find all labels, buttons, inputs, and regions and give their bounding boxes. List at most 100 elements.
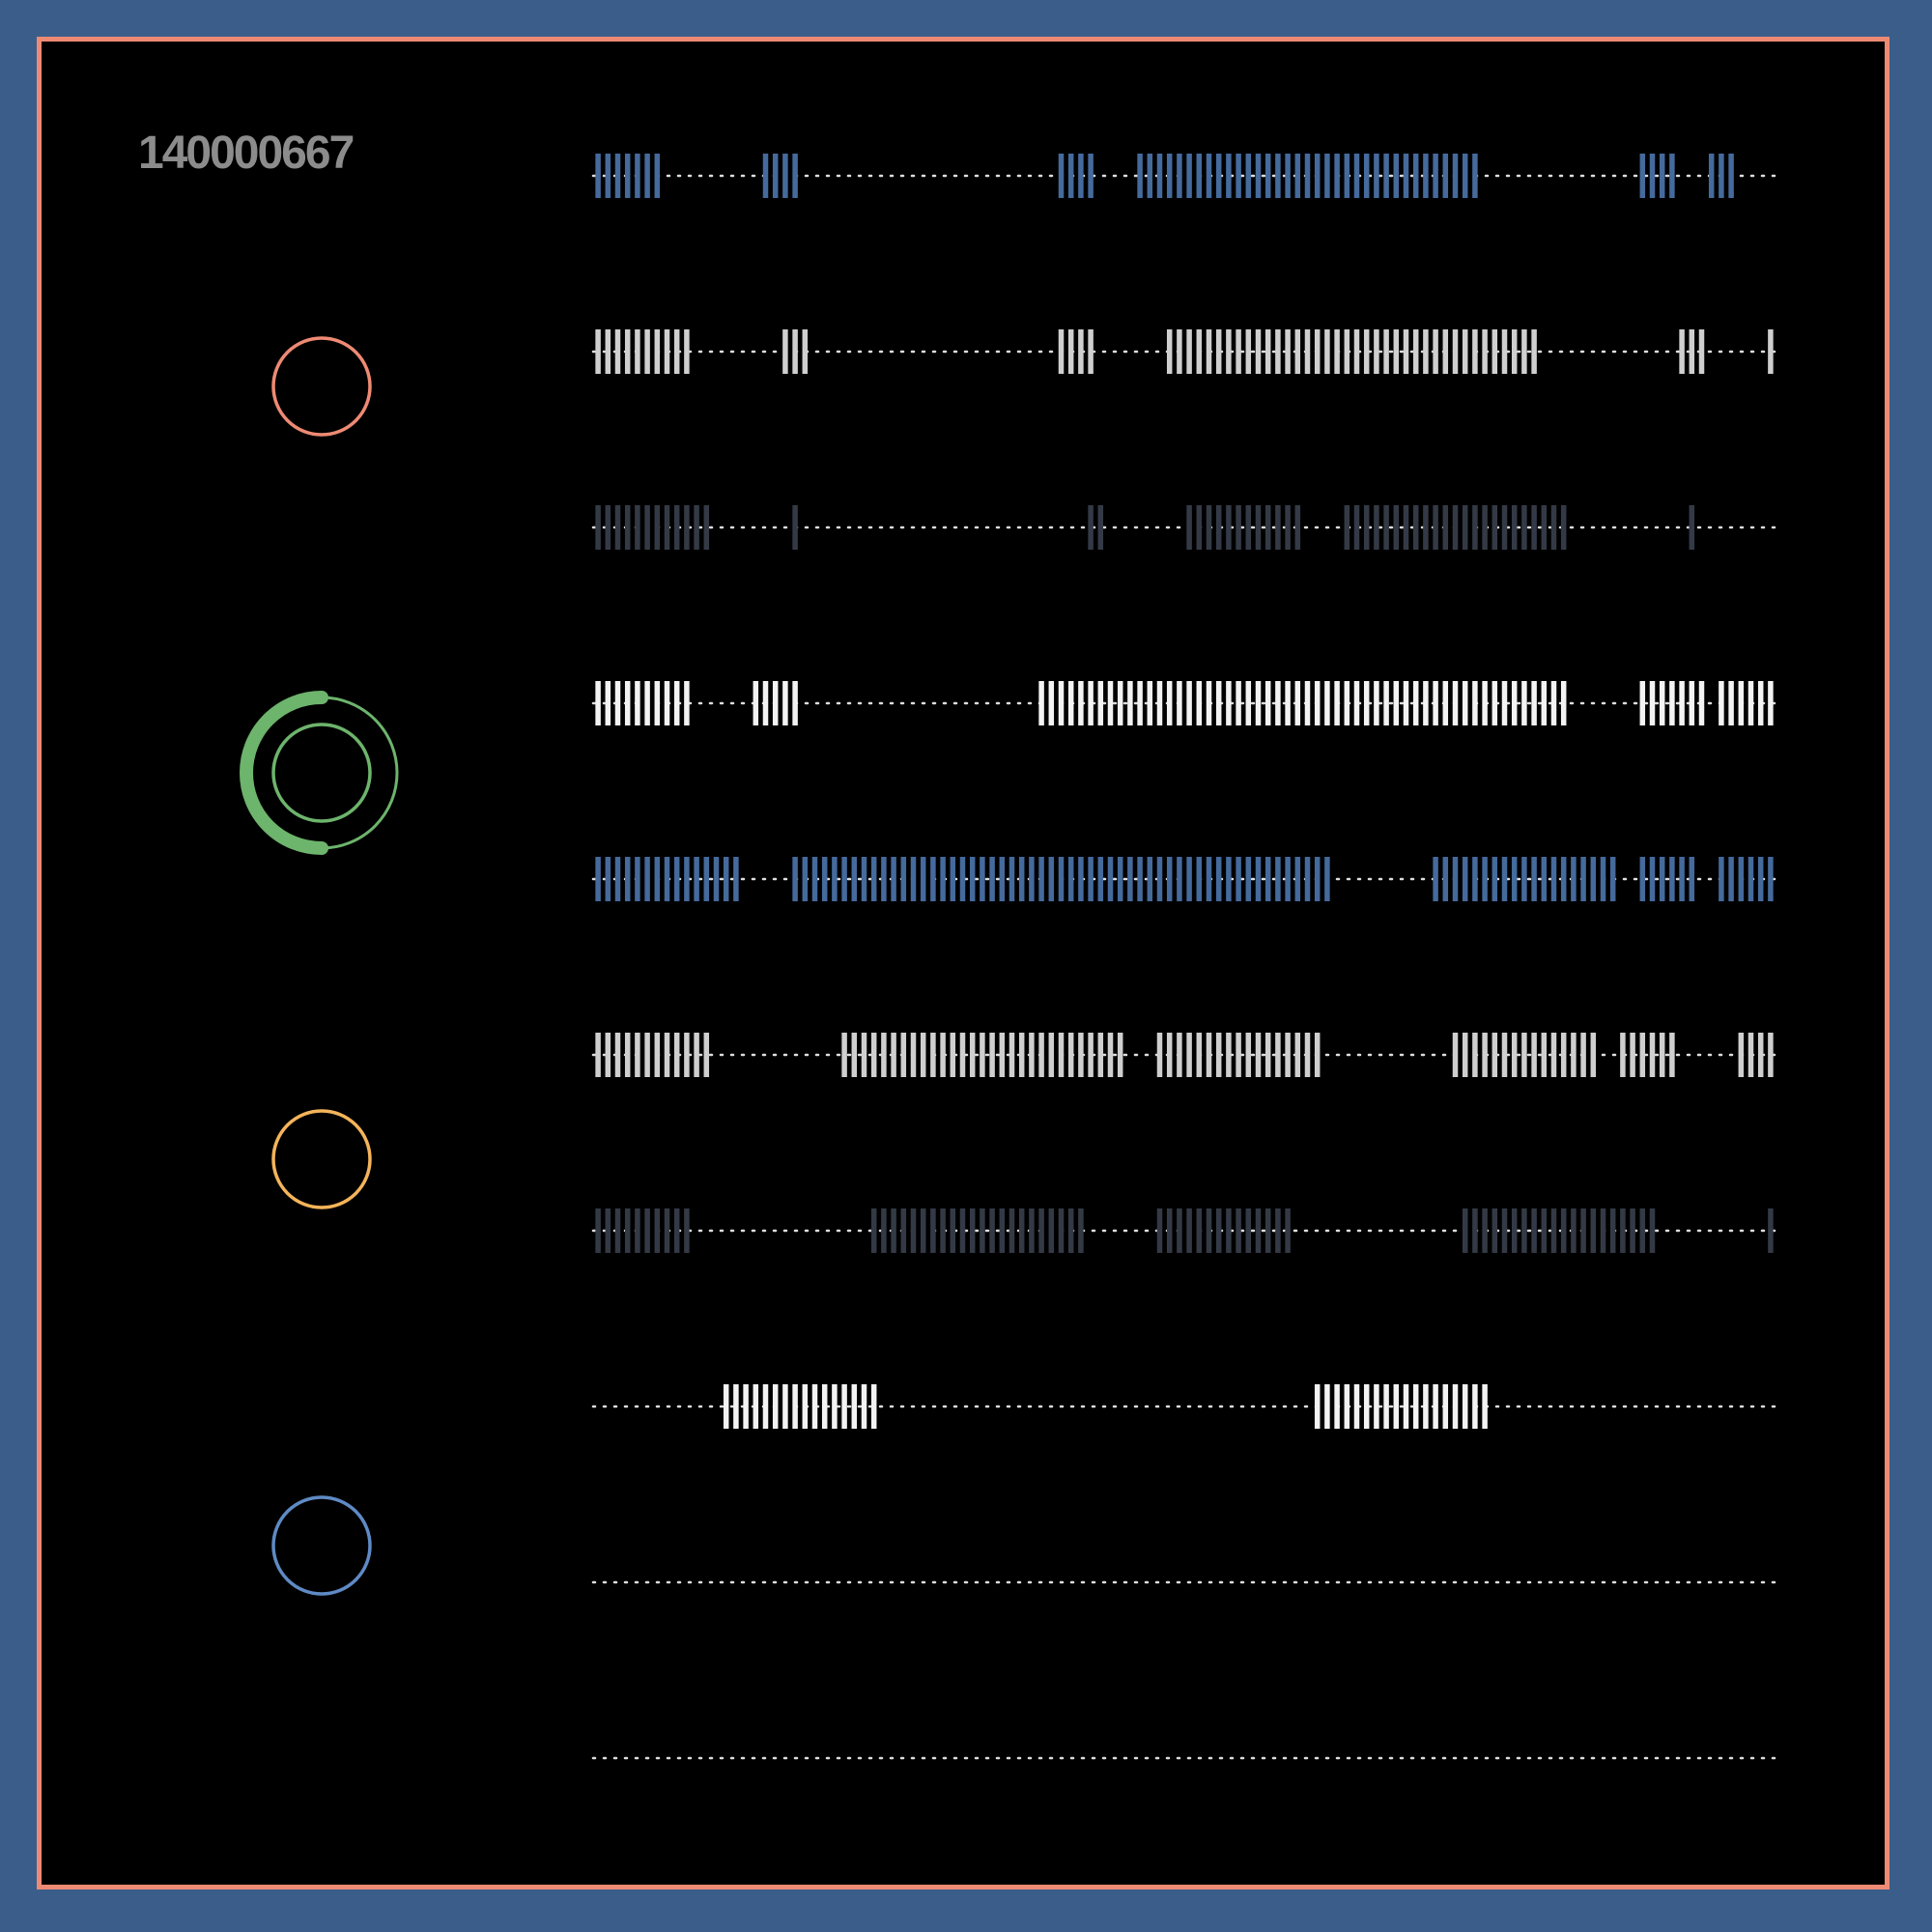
track-bar <box>1452 505 1459 550</box>
track-bar <box>1393 1384 1400 1429</box>
track-bar <box>654 857 661 901</box>
track-bar <box>1206 1033 1212 1077</box>
track-bar <box>1462 1208 1468 1253</box>
track-bar <box>1462 857 1468 901</box>
track-bar <box>762 154 769 198</box>
track-bar <box>624 329 631 374</box>
track-bar <box>654 505 661 550</box>
track-bar <box>1215 1208 1222 1253</box>
track-bar <box>1344 505 1350 550</box>
track-bar <box>1403 329 1409 374</box>
track-bar <box>1294 681 1301 725</box>
track-bar <box>1058 1033 1065 1077</box>
track-bar <box>1511 681 1518 725</box>
track-bar <box>930 1033 936 1077</box>
track-bar <box>1334 681 1340 725</box>
track-bar <box>772 1384 779 1429</box>
track-bar <box>1353 505 1360 550</box>
track-bar <box>1038 857 1044 901</box>
track-bar <box>1285 857 1291 901</box>
track-bar <box>1236 857 1241 901</box>
track-bar <box>1698 681 1705 725</box>
track-bar <box>1245 154 1252 198</box>
track-bar <box>959 1033 966 1077</box>
track-bar <box>605 1033 611 1077</box>
track-bar <box>1541 681 1548 725</box>
track-bar <box>1245 329 1252 374</box>
track-bar <box>1344 1384 1350 1429</box>
track-bar <box>1768 1208 1774 1253</box>
track-bar <box>1383 329 1389 374</box>
track-bar <box>605 1208 611 1253</box>
track-bar <box>1412 154 1419 198</box>
track-bar <box>1029 1208 1035 1253</box>
track-bar <box>1442 329 1449 374</box>
track-bar <box>930 1208 936 1253</box>
track-bar <box>1580 857 1586 901</box>
track-bar <box>811 1384 818 1429</box>
ring-salmon-icon <box>271 336 372 437</box>
track-bar <box>1285 505 1291 550</box>
track-bar <box>1482 857 1488 901</box>
track-bar <box>1088 681 1094 725</box>
track-bar <box>1117 681 1123 725</box>
track-bar <box>1412 329 1419 374</box>
track-bar <box>870 1033 877 1077</box>
track-bar <box>1226 154 1232 198</box>
track-bar <box>1482 505 1488 550</box>
track-bar <box>861 1033 867 1077</box>
track-bar <box>1501 1033 1508 1077</box>
track-bar <box>1127 857 1133 901</box>
track-bar <box>1501 505 1508 550</box>
track-bar <box>832 1384 838 1429</box>
track-bar <box>635 505 640 550</box>
track-bar <box>1294 154 1301 198</box>
track-bar <box>1088 154 1094 198</box>
track-bar <box>1186 505 1192 550</box>
track-bar <box>605 154 611 198</box>
track-bar <box>1719 154 1724 198</box>
track-bar <box>1393 329 1400 374</box>
track-bar <box>1521 329 1527 374</box>
track-bar <box>1166 1208 1173 1253</box>
track-bar <box>792 154 798 198</box>
track-bar <box>1738 1033 1745 1077</box>
ring-green-icon <box>271 723 372 823</box>
track-bar <box>910 857 917 901</box>
track-bar <box>723 1384 729 1429</box>
track-bar <box>1747 681 1754 725</box>
track-bar <box>1255 1033 1262 1077</box>
track-bar <box>1215 681 1222 725</box>
track-bar <box>1442 1384 1449 1429</box>
track-bar <box>999 857 1006 901</box>
track-bar <box>1029 1033 1035 1077</box>
track-bar <box>1353 1384 1360 1429</box>
track-bar <box>654 1208 661 1253</box>
track-bar <box>950 1033 956 1077</box>
track-bar <box>1501 681 1508 725</box>
track-bar <box>1186 681 1192 725</box>
track-bar <box>1492 1033 1498 1077</box>
track-bar <box>664 1033 670 1077</box>
ring-blue-icon <box>271 1495 372 1596</box>
track-bar <box>1236 1208 1241 1253</box>
track-bar <box>614 857 621 901</box>
track-bar <box>1067 329 1074 374</box>
track-bar <box>1177 681 1182 725</box>
track-bar <box>684 505 690 550</box>
track-bar <box>1560 857 1567 901</box>
track-bar <box>1403 505 1409 550</box>
track-bar <box>1255 505 1262 550</box>
track-bar <box>1452 857 1459 901</box>
track-bar <box>595 1033 601 1077</box>
track-bar <box>1423 154 1429 198</box>
track-bar <box>1550 857 1557 901</box>
track-bar <box>1511 1033 1518 1077</box>
track-bar <box>1078 1208 1084 1253</box>
track-bar <box>673 1208 680 1253</box>
track-bar <box>1206 505 1212 550</box>
track-bar <box>1324 681 1330 725</box>
track-bar <box>802 329 809 374</box>
track-bar <box>1275 329 1281 374</box>
track-bar <box>1058 681 1065 725</box>
